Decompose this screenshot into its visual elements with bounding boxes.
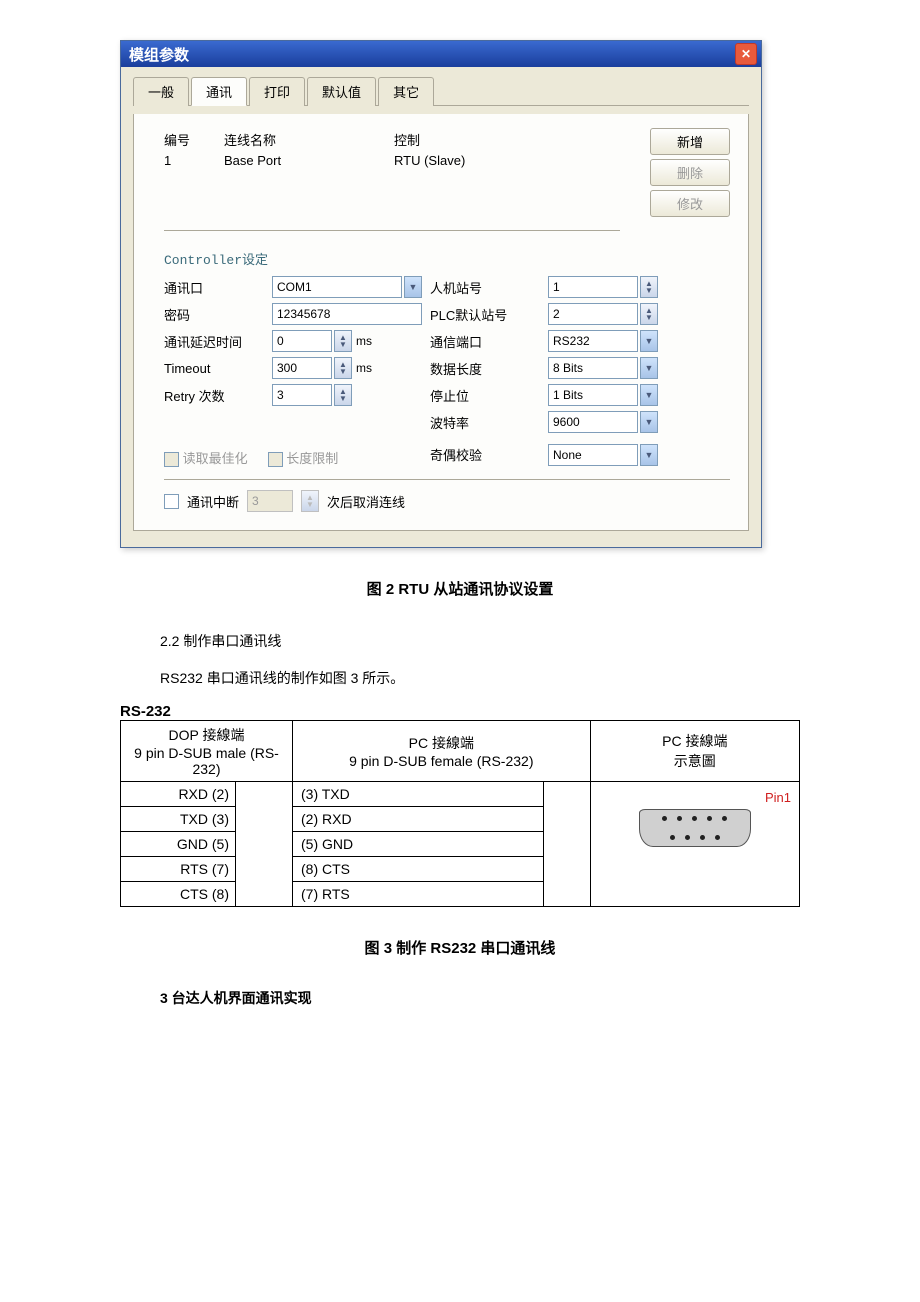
module-params-dialog: 模组参数 ✕ 一般 通讯 打印 默认值 其它 编号 连线名称 控制 [120, 40, 762, 548]
tab-other[interactable]: 其它 [378, 77, 434, 106]
chevron-down-icon[interactable]: ▼ [640, 444, 658, 466]
pc-pin: (3) TXD [293, 782, 544, 807]
pc-pin: (5) GND [293, 832, 544, 857]
interrupt-count-input [247, 490, 293, 512]
dop-pin: GND (5) [121, 832, 236, 857]
tab-print[interactable]: 打印 [249, 77, 305, 106]
figure2-caption: 图 2 RTU 从站通讯协议设置 [0, 578, 920, 599]
chevron-down-icon[interactable]: ▼ [640, 357, 658, 379]
tab-general[interactable]: 一般 [133, 77, 189, 106]
pin1-label: Pin1 [599, 790, 791, 805]
edit-button[interactable]: 修改 [650, 190, 730, 217]
label-cancel-after: 次后取消连线 [327, 492, 405, 511]
close-icon[interactable]: ✕ [735, 43, 757, 65]
connection-list[interactable]: 编号 连线名称 控制 1 Base Port RTU (Slave) [164, 128, 620, 231]
col-num-header: 编号 [164, 130, 224, 149]
stopbit-select[interactable] [548, 384, 638, 406]
label-datalen: 数据长度 [430, 359, 540, 378]
spinner-icon[interactable]: ▲▼ [334, 357, 352, 379]
dop-pin: RTS (7) [121, 857, 236, 882]
label-stopbit: 停止位 [430, 386, 540, 405]
label-interrupt: 通讯中断 [187, 492, 239, 511]
pc-pin: (7) RTS [293, 882, 544, 907]
password-input[interactable] [272, 303, 422, 325]
dop-pin: RXD (2) [121, 782, 236, 807]
label-delay: 通讯延迟时间 [164, 332, 264, 351]
col-ctrl-header: 控制 [394, 130, 620, 149]
add-button[interactable]: 新增 [650, 128, 730, 155]
dialog-titlebar: 模组参数 ✕ [121, 41, 761, 67]
read-opt-checkbox [164, 452, 179, 467]
list-item[interactable]: 1 Base Port RTU (Slave) [164, 151, 620, 170]
port-select[interactable] [272, 276, 402, 298]
chevron-down-icon[interactable]: ▼ [640, 384, 658, 406]
rs232-heading: RS-232 [120, 703, 920, 720]
label-timeout: Timeout [164, 361, 264, 376]
datalen-select[interactable] [548, 357, 638, 379]
spinner-icon[interactable]: ▲▼ [640, 276, 658, 298]
controller-section-title: Controller设定 [164, 249, 730, 268]
delay-input[interactable] [272, 330, 332, 352]
timeout-input[interactable] [272, 357, 332, 379]
tab-default[interactable]: 默认值 [307, 77, 376, 106]
tab-strip: 一般 通讯 打印 默认值 其它 [133, 77, 749, 106]
chevron-down-icon[interactable]: ▼ [640, 330, 658, 352]
label-baud: 波特率 [430, 413, 540, 432]
delete-button[interactable]: 删除 [650, 159, 730, 186]
hmi-station-input[interactable] [548, 276, 638, 298]
chevron-down-icon[interactable]: ▼ [640, 411, 658, 433]
section-3-heading: 3 台达人机界面通讯实现 [160, 988, 800, 1008]
col-name-header: 连线名称 [224, 130, 394, 149]
dialog-title: 模组参数 [129, 44, 189, 65]
interrupt-checkbox[interactable] [164, 494, 179, 509]
tab-comm[interactable]: 通讯 [191, 77, 247, 106]
spinner-icon[interactable]: ▲▼ [640, 303, 658, 325]
label-port: 通讯口 [164, 278, 264, 297]
pc-pin: (2) RXD [293, 807, 544, 832]
label-plc: PLC默认站号 [430, 305, 540, 324]
dop-pin: CTS (8) [121, 882, 236, 907]
dop-pin: TXD (3) [121, 807, 236, 832]
label-hmi: 人机站号 [430, 278, 540, 297]
commport-select[interactable] [548, 330, 638, 352]
pc-pin: (8) CTS [293, 857, 544, 882]
spinner-icon: ▲▼ [301, 490, 319, 512]
pinout-table: DOP 接線端 9 pin D-SUB male (RS-232) PC 接線端… [120, 720, 800, 907]
db9-connector-icon [639, 809, 751, 847]
spinner-icon[interactable]: ▲▼ [334, 330, 352, 352]
section-2-2-title: 2.2 制作串口通讯线 [160, 629, 800, 654]
spinner-icon[interactable]: ▲▼ [334, 384, 352, 406]
para-2-2: RS232 串口通讯线的制作如图 3 所示。 [160, 666, 800, 691]
retry-input[interactable] [272, 384, 332, 406]
chevron-down-icon[interactable]: ▼ [404, 276, 422, 298]
label-commport: 通信端口 [430, 332, 540, 351]
label-password: 密码 [164, 305, 264, 324]
label-retry: Retry 次数 [164, 386, 264, 405]
figure3-caption: 图 3 制作 RS232 串口通讯线 [0, 937, 920, 958]
plc-station-input[interactable] [548, 303, 638, 325]
label-parity: 奇偶校验 [430, 445, 540, 464]
baud-select[interactable] [548, 411, 638, 433]
parity-select[interactable] [548, 444, 638, 466]
len-limit-checkbox [268, 452, 283, 467]
